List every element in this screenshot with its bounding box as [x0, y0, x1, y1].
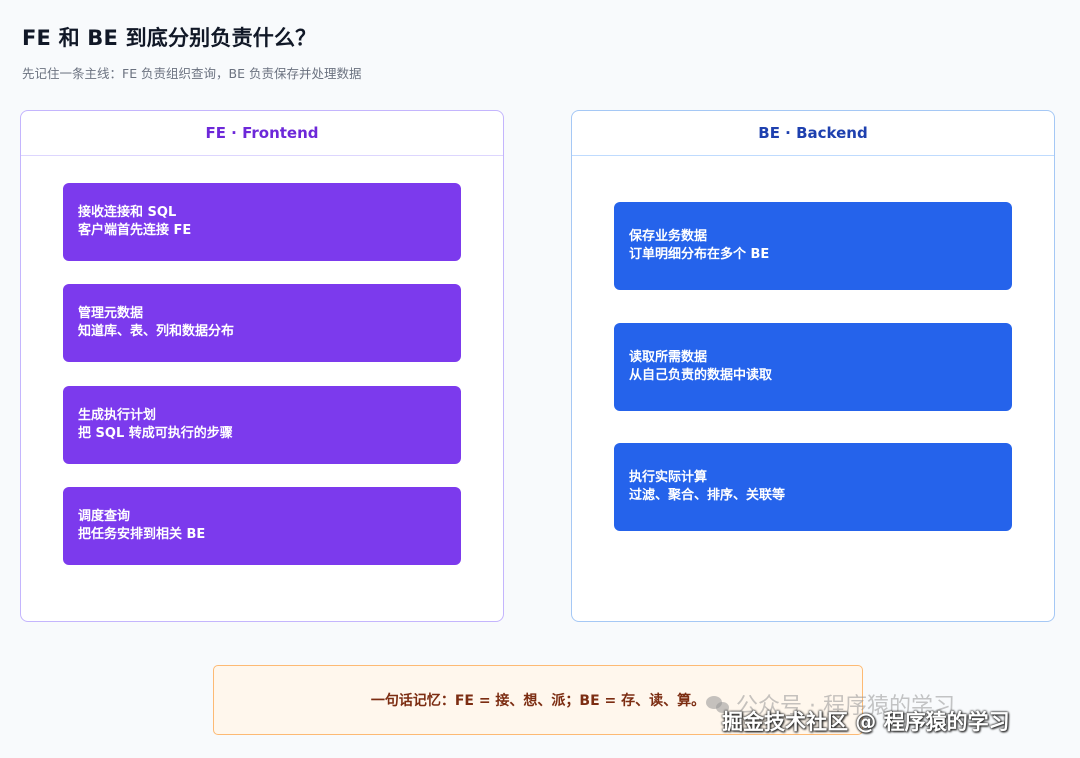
be-card-title: 读取所需数据 [629, 350, 708, 365]
fe-card-schedule: 调度查询 把任务安排到相关 BE [63, 487, 461, 565]
page-title: FE 和 BE 到底分别负责什么？ [22, 26, 317, 50]
fe-card-title: 生成执行计划 [78, 408, 157, 423]
be-card-desc: 订单明细分布在多个 BE [629, 247, 770, 262]
fe-card-desc: 知道库、表、列和数据分布 [78, 324, 235, 339]
be-card-title: 保存业务数据 [629, 229, 708, 244]
juejin-watermark: 掘金技术社区 @ 程序猿的学习 [722, 710, 1010, 734]
fe-card-desc: 客户端首先连接 FE [78, 223, 192, 238]
page-subtitle: 先记住一条主线：FE 负责组织查询，BE 负责保存并处理数据 [22, 66, 362, 81]
fe-card-title: 接收连接和 SQL [78, 205, 177, 220]
fe-card-title: 调度查询 [78, 509, 131, 524]
be-card-compute: 执行实际计算 过滤、聚合、排序、关联等 [614, 443, 1012, 531]
be-card-desc: 从自己负责的数据中读取 [629, 368, 773, 383]
summary-text: 一句话记忆：FE = 接、想、派；BE = 存、读、算。 [370, 693, 706, 709]
be-panel: BE · Backend 保存业务数据 订单明细分布在多个 BE 读取所需数据 … [571, 110, 1055, 622]
fe-card-desc: 把任务安排到相关 BE [78, 527, 206, 542]
fe-panel-header: FE · Frontend [21, 111, 503, 156]
fe-card-desc: 把 SQL 转成可执行的步骤 [78, 426, 233, 441]
be-card-read: 读取所需数据 从自己负责的数据中读取 [614, 323, 1012, 411]
fe-card-receive: 接收连接和 SQL 客户端首先连接 FE [63, 183, 461, 261]
be-panel-header: BE · Backend [572, 111, 1054, 156]
be-card-title: 执行实际计算 [629, 470, 708, 485]
fe-panel: FE · Frontend 接收连接和 SQL 客户端首先连接 FE 管理元数据… [20, 110, 504, 622]
be-card-store: 保存业务数据 订单明细分布在多个 BE [614, 202, 1012, 290]
be-card-desc: 过滤、聚合、排序、关联等 [629, 488, 786, 503]
fe-card-plan: 生成执行计划 把 SQL 转成可执行的步骤 [63, 386, 461, 464]
fe-card-metadata: 管理元数据 知道库、表、列和数据分布 [63, 284, 461, 362]
fe-card-title: 管理元数据 [78, 306, 144, 321]
